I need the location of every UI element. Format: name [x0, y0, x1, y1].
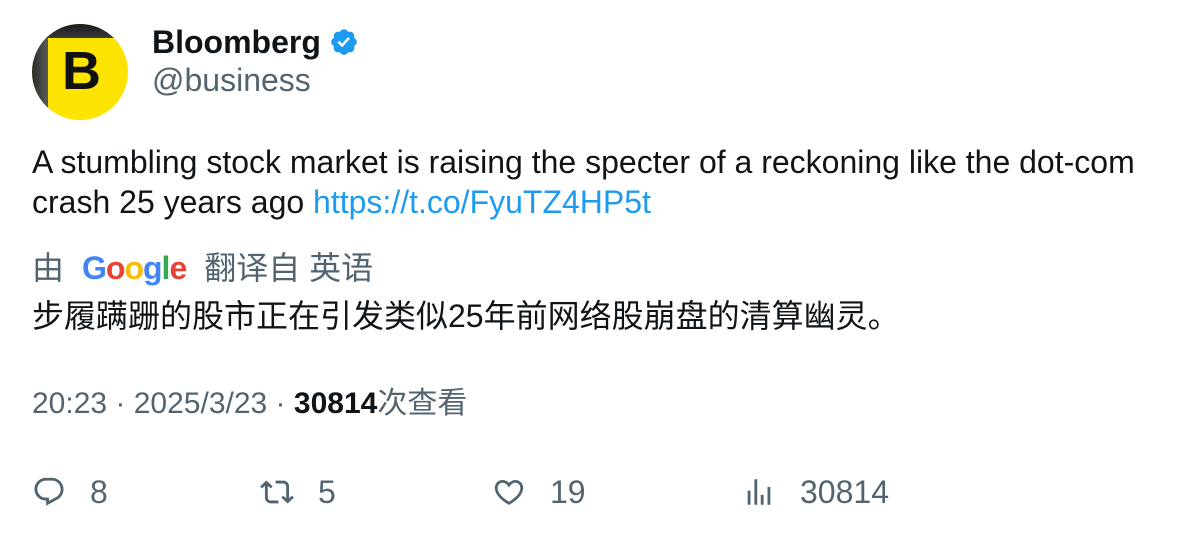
avatar[interactable]: B	[32, 24, 128, 120]
translated-text: 步履蹒跚的股市正在引发类似25年前网络股崩盘的清算幽灵。	[32, 298, 900, 334]
retweet-icon	[260, 480, 294, 504]
display-name[interactable]: Bloomberg	[152, 24, 321, 60]
avatar-shade	[32, 24, 48, 120]
avatar-top-shade	[32, 24, 128, 38]
tweet-date[interactable]: 2025/3/23	[134, 384, 267, 424]
translation-prefix: 由	[32, 250, 65, 286]
translation-suffix[interactable]: 翻译自 英语	[204, 248, 373, 288]
reply-count: 8	[90, 474, 108, 510]
tweet-link[interactable]: https://t.co/FyuTZ4HP5t	[313, 184, 651, 220]
avatar-letter: B	[62, 41, 101, 101]
like-icon	[494, 479, 524, 505]
translation-attribution: 由 Google 翻译自 英语	[32, 248, 373, 288]
views-icon	[747, 479, 771, 505]
tweet-time[interactable]: 20:23	[32, 384, 107, 424]
views-button[interactable]: 30814	[742, 472, 889, 512]
verified-badge-icon	[331, 29, 357, 55]
views-label: 次查看	[377, 387, 468, 420]
reply-button[interactable]: 8	[32, 472, 108, 512]
views-count: 30814	[293, 387, 378, 420]
reply-icon	[34, 477, 64, 506]
retweet-count: 5	[318, 474, 336, 510]
meta-separator: ·	[107, 387, 134, 420]
google-logo: Google	[82, 250, 187, 286]
like-button[interactable]: 19	[492, 472, 586, 512]
handle[interactable]: @business	[152, 60, 359, 100]
author-names: Bloomberg @business	[152, 24, 359, 100]
tweet-header: B Bloomberg @business	[32, 24, 359, 120]
views-action-count: 30814	[800, 474, 889, 510]
like-count: 19	[550, 474, 586, 510]
tweet-meta: 20:23 · 2025/3/23 · 30814 次查看	[32, 384, 467, 424]
display-name-row: Bloomberg	[152, 24, 359, 60]
meta-separator-2: ·	[267, 387, 294, 420]
retweet-button[interactable]: 5	[260, 472, 336, 512]
tweet-text: A stumbling stock market is raising the …	[32, 142, 1172, 222]
action-bar: 8 5 19 30814	[32, 472, 1172, 512]
